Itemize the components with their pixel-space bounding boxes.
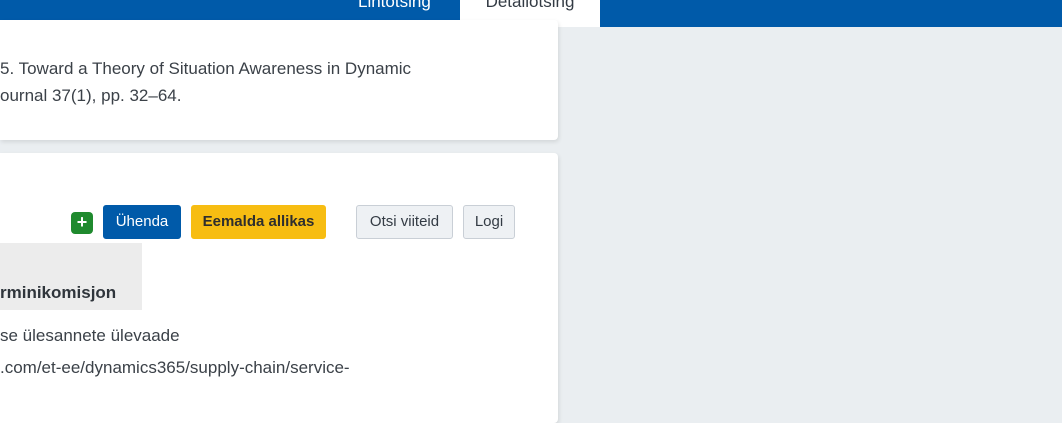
reference-card: 5. Toward a Theory of Situation Awarenes… (0, 20, 558, 140)
entry-url: .com/et-ee/dynamics365/supply-chain/serv… (0, 358, 350, 377)
log-button[interactable]: Logi (463, 205, 515, 239)
source-card: + Ühenda Eemalda allikas Otsi viiteid Lo… (0, 153, 558, 423)
merge-button[interactable]: Ühenda (103, 205, 181, 239)
source-heading-block: rminikomisjon (0, 243, 142, 310)
add-icon[interactable]: + (71, 212, 93, 234)
source-name: rminikomisjon (0, 283, 117, 302)
remove-source-button[interactable]: Eemalda allikas (191, 205, 326, 239)
entry-title: se ülesannete ülevaade (0, 326, 180, 345)
reference-text-line: ournal 37(1), pp. 32–64. (0, 86, 182, 105)
reference-text-line: 5. Toward a Theory of Situation Awarenes… (0, 59, 412, 78)
find-references-button[interactable]: Otsi viiteid (356, 205, 453, 239)
